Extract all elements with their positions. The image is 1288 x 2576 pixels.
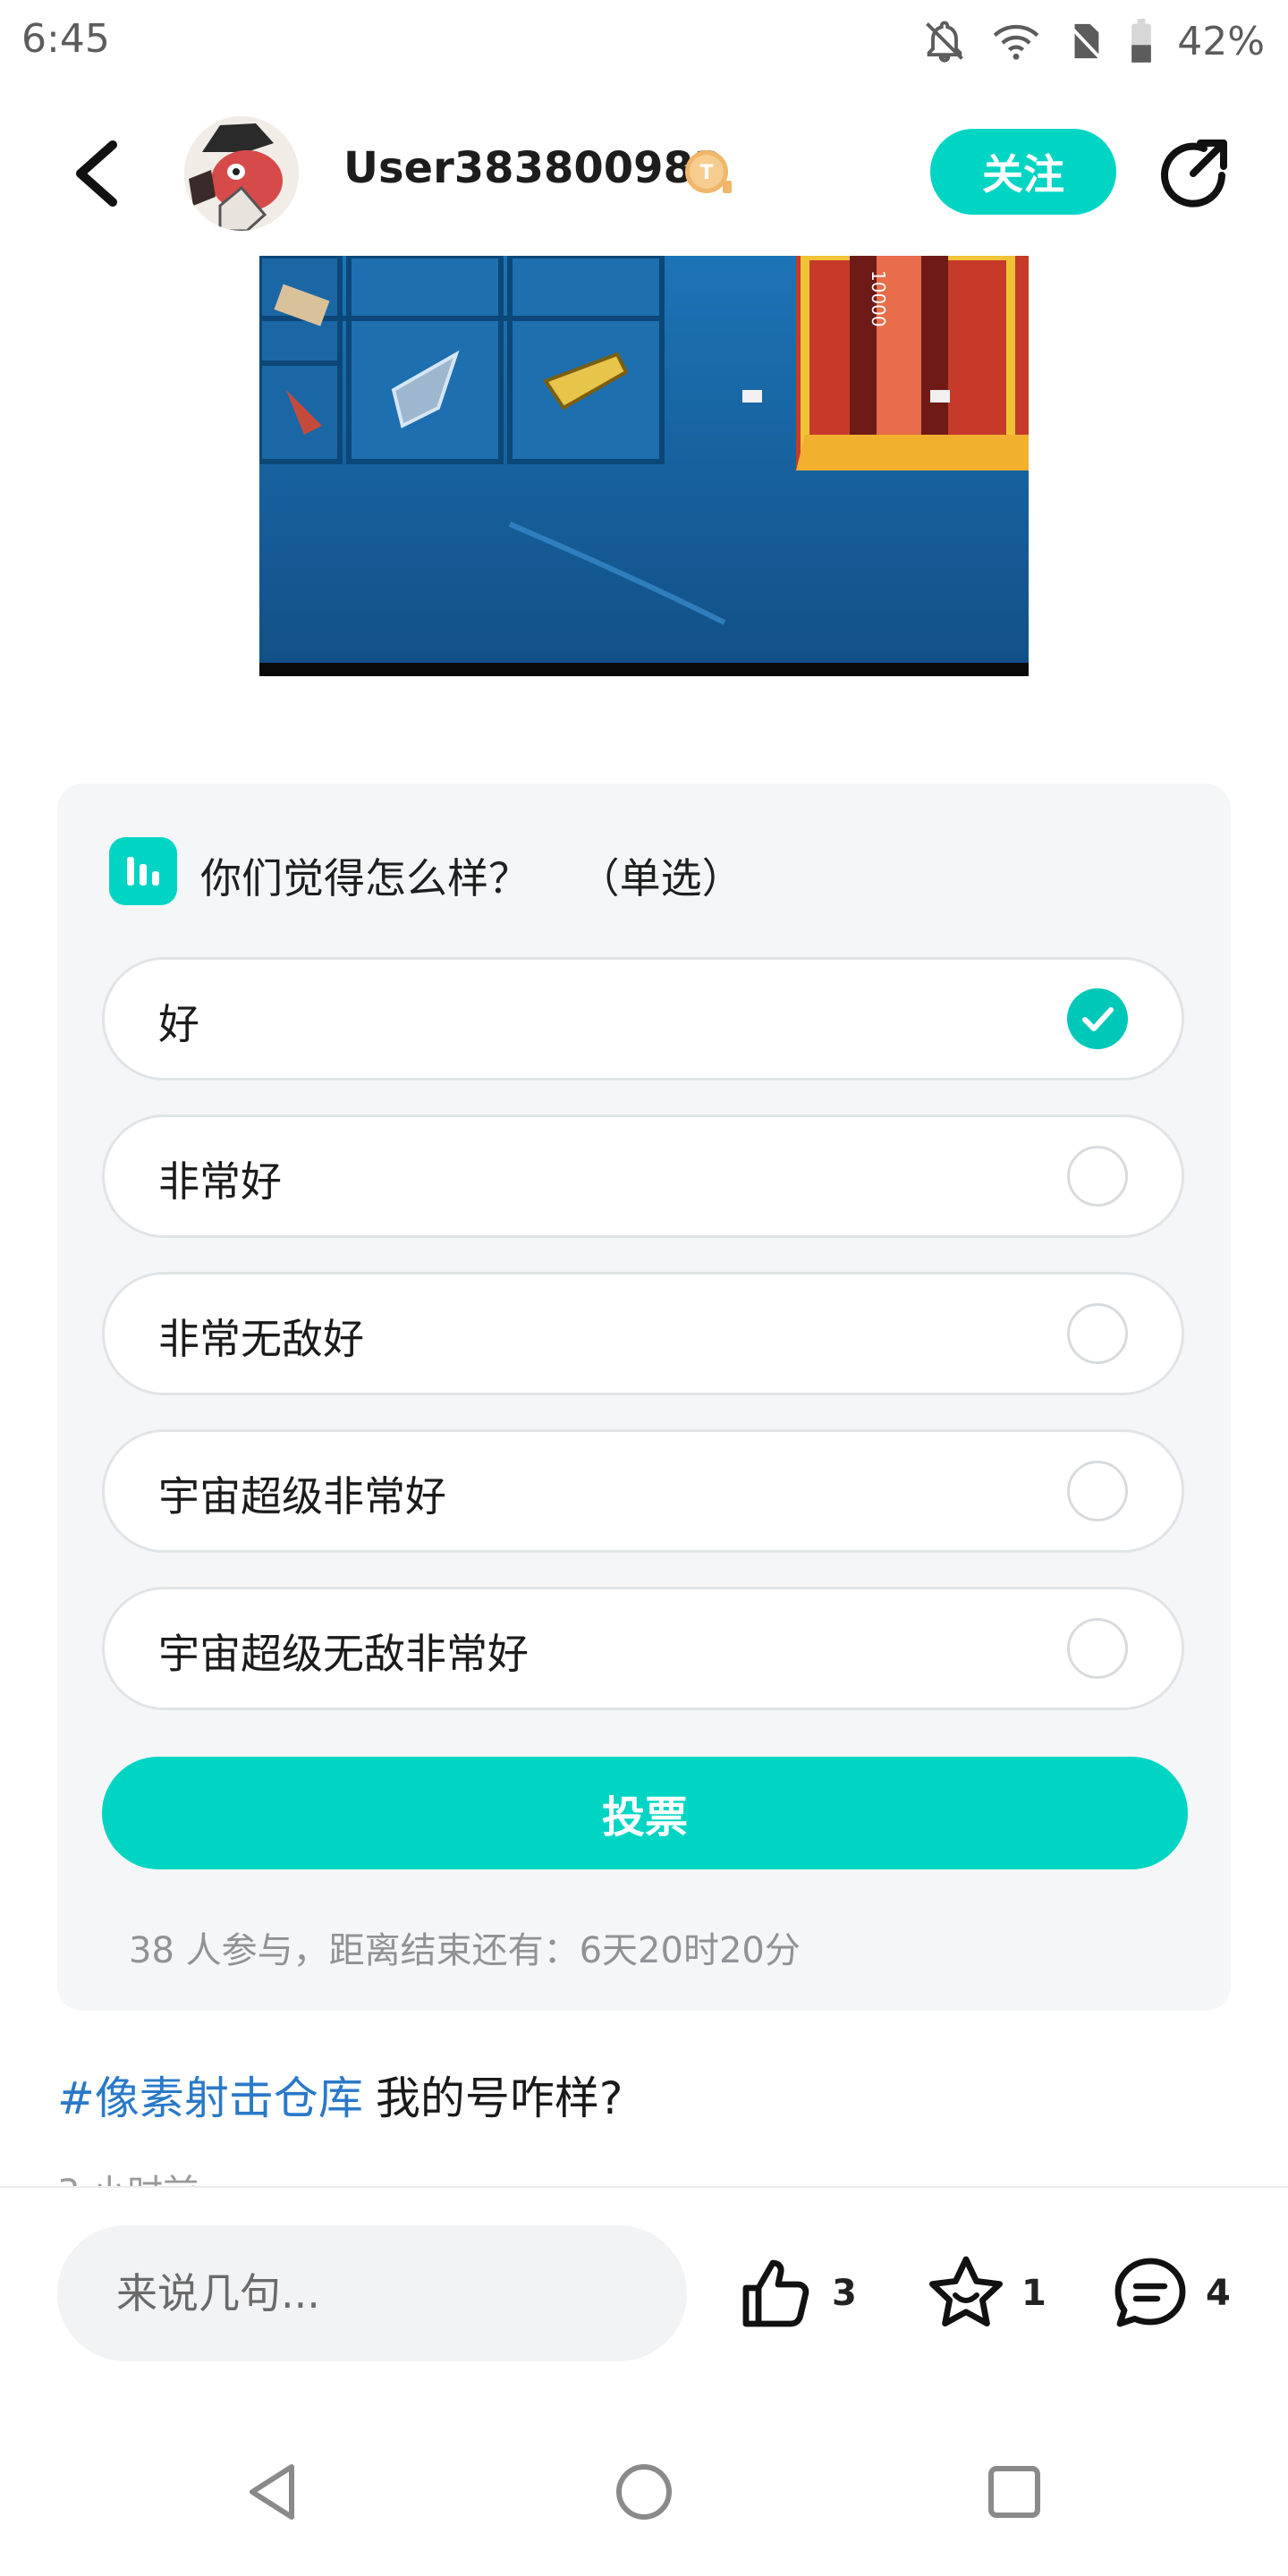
game-inventory-picture: 10000 bbox=[259, 256, 1029, 676]
favorite-count: 1 bbox=[1021, 2273, 1046, 2314]
back-icon[interactable] bbox=[63, 134, 134, 215]
level-badge-icon: T bbox=[685, 150, 732, 193]
status-time: 6:45 bbox=[21, 16, 110, 62]
poll-card: 你们觉得怎么样？ （单选） 好 非常好 非常无敌好 宇宙超级非常好 宇宙超级无敌… bbox=[57, 784, 1231, 2011]
post-time: 3 小时前 bbox=[57, 2165, 199, 2186]
radio-unchecked[interactable] bbox=[1067, 1461, 1128, 1521]
avatar[interactable] bbox=[184, 116, 299, 231]
poll-option[interactable]: 非常好 bbox=[102, 1114, 1184, 1238]
nav-recents-icon[interactable] bbox=[979, 2456, 1050, 2528]
nav-back-icon[interactable] bbox=[238, 2456, 309, 2528]
star-icon bbox=[929, 2256, 1003, 2326]
poll-option-label: 非常好 bbox=[158, 1157, 282, 1206]
radio-checked[interactable] bbox=[1067, 988, 1128, 1049]
topic-tag-link[interactable]: #像素射击仓库 bbox=[57, 2072, 363, 2124]
no-sim-icon bbox=[1068, 23, 1102, 60]
wifi-icon bbox=[993, 24, 1039, 60]
comment-count: 4 bbox=[1206, 2273, 1231, 2314]
status-icons: 42% bbox=[921, 13, 1265, 70]
poll-option[interactable]: 宇宙超级无敌非常好 bbox=[102, 1587, 1184, 1710]
share-icon[interactable] bbox=[1154, 136, 1234, 216]
battery-percentage: 42% bbox=[1177, 18, 1265, 64]
follow-button[interactable]: 关注 bbox=[930, 129, 1116, 215]
thumbs-up-icon bbox=[742, 2259, 809, 2327]
username[interactable]: User383800983 bbox=[343, 143, 723, 193]
bottom-action-bar: 3 1 4 bbox=[0, 2186, 1288, 2399]
status-bar: 6:45 42% bbox=[0, 0, 1288, 86]
poll-option-label: 宇宙超级非常好 bbox=[158, 1472, 446, 1521]
poll-option[interactable]: 宇宙超级非常好 bbox=[102, 1429, 1184, 1553]
poll-question: 你们觉得怎么样？ （单选） bbox=[200, 846, 743, 905]
system-navigation-bar bbox=[0, 2397, 1288, 2576]
level-badge-letter: T bbox=[699, 162, 713, 184]
vote-button[interactable]: 投票 bbox=[102, 1757, 1188, 1869]
poll-chart-icon bbox=[109, 837, 177, 905]
radio-unchecked[interactable] bbox=[1067, 1146, 1128, 1207]
check-icon bbox=[1082, 1007, 1114, 1031]
poll-option[interactable]: 非常无敌好 bbox=[102, 1272, 1184, 1395]
poll-option-label: 好 bbox=[158, 1000, 199, 1048]
post-body: 我的号咋样? bbox=[375, 2072, 623, 2124]
poll-status: 38 人参与，距离结束还有：6天20时20分 bbox=[129, 1930, 801, 1971]
post-header: User383800983 T 关注 bbox=[0, 98, 1288, 250]
poll-option-label: 非常无敌好 bbox=[158, 1315, 364, 1363]
avatar-image bbox=[184, 116, 299, 231]
like-button[interactable]: 3 bbox=[735, 2252, 857, 2334]
poll-mode: （单选） bbox=[578, 854, 743, 902]
poll-option[interactable]: 好 bbox=[102, 957, 1184, 1080]
comment-bubble-icon bbox=[1114, 2258, 1186, 2327]
post-text: #像素射击仓库 我的号咋样? bbox=[57, 2063, 623, 2127]
comment-button[interactable]: 4 bbox=[1109, 2252, 1231, 2334]
nav-home-icon[interactable] bbox=[608, 2456, 680, 2528]
post-image[interactable]: 10000 bbox=[259, 256, 1029, 676]
radio-unchecked[interactable] bbox=[1067, 1303, 1128, 1364]
favorite-button[interactable]: 1 bbox=[925, 2252, 1046, 2334]
poll-question-text: 你们觉得怎么样？ bbox=[200, 854, 530, 902]
comment-input[interactable] bbox=[57, 2225, 687, 2361]
battery-icon bbox=[1131, 19, 1152, 63]
radio-unchecked[interactable] bbox=[1067, 1618, 1128, 1679]
item-value-label: 10000 bbox=[868, 270, 889, 327]
poll-option-label: 宇宙超级无敌非常好 bbox=[158, 1630, 529, 1678]
like-count: 3 bbox=[832, 2273, 857, 2314]
notifications-off-icon bbox=[926, 21, 964, 63]
